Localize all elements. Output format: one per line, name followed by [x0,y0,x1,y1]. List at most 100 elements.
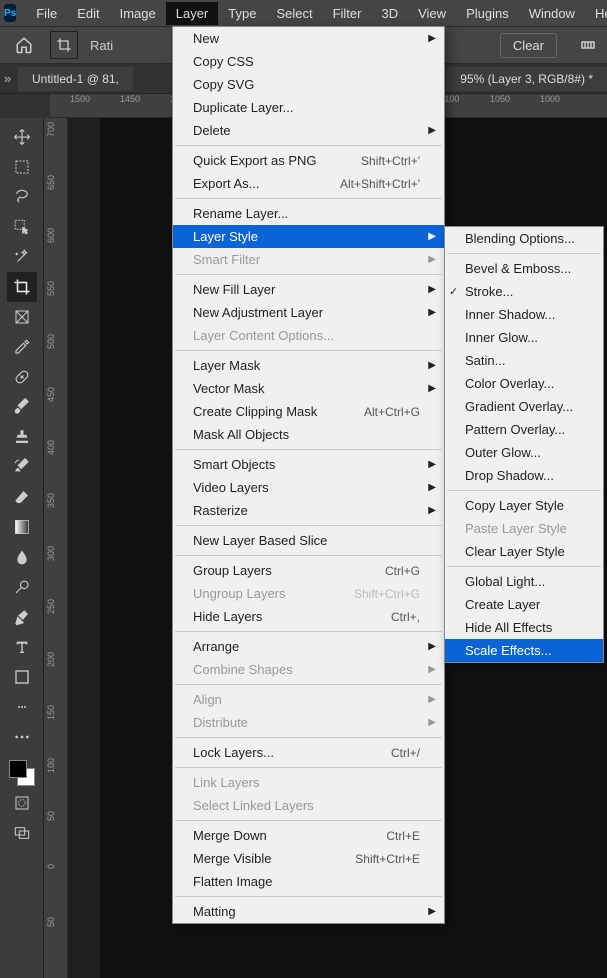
menu-item[interactable]: Smart Objects▶ [173,453,444,476]
menu-item[interactable]: Merge DownCtrl+E [173,824,444,847]
menu-item[interactable]: Rename Layer... [173,202,444,225]
menu-plugins[interactable]: Plugins [456,2,519,25]
document-tab-right[interactable]: 95% (Layer 3, RGB/8#) * [446,67,607,91]
menu-file[interactable]: File [26,2,67,25]
quickmask-icon[interactable] [7,788,37,818]
menu-item-label: Smart Objects [193,457,420,472]
crop-preset-button[interactable] [50,31,78,59]
menu-type[interactable]: Type [218,2,266,25]
hand-tool-icon[interactable] [7,692,37,722]
stamp-tool-icon[interactable] [7,422,37,452]
menu-item[interactable]: Hide LayersCtrl+, [173,605,444,628]
menu-item[interactable]: Inner Glow... [445,326,603,349]
menu-item[interactable]: Pattern Overlay... [445,418,603,441]
submenu-arrow-icon: ▶ [428,664,436,675]
menu-item[interactable]: Global Light... [445,570,603,593]
menu-item[interactable]: Export As...Alt+Shift+Ctrl+' [173,172,444,195]
home-button[interactable] [10,31,38,59]
menu-3d[interactable]: 3D [371,2,408,25]
menu-edit[interactable]: Edit [67,2,109,25]
menu-separator [447,566,601,567]
move-tool-icon[interactable] [7,122,37,152]
gradient-tool-icon[interactable] [7,512,37,542]
straighten-icon[interactable] [579,36,597,54]
pen-tool-icon[interactable] [7,602,37,632]
menu-item[interactable]: Inner Shadow... [445,303,603,326]
menu-item[interactable]: Bevel & Emboss... [445,257,603,280]
menu-item[interactable]: Quick Export as PNGShift+Ctrl+' [173,149,444,172]
menu-shortcut: Ctrl+, [391,610,420,624]
menu-item[interactable]: Video Layers▶ [173,476,444,499]
menu-item[interactable]: Copy SVG [173,73,444,96]
clear-button[interactable]: Clear [500,33,557,58]
menu-item[interactable]: Clear Layer Style [445,540,603,563]
menu-item[interactable]: Layer Mask▶ [173,354,444,377]
menu-item: Link Layers [173,771,444,794]
color-swatch[interactable] [7,758,37,788]
foreground-color[interactable] [9,760,27,778]
eyedropper-tool-icon[interactable] [7,332,37,362]
menu-item[interactable]: Duplicate Layer... [173,96,444,119]
menu-item[interactable]: Outer Glow... [445,441,603,464]
menu-item[interactable]: Mask All Objects [173,423,444,446]
menu-item[interactable]: Hide All Effects [445,616,603,639]
menu-item[interactable]: New Layer Based Slice [173,529,444,552]
eraser-tool-icon[interactable] [7,482,37,512]
hruler-tick: 1050 [490,94,510,104]
menu-item[interactable]: Color Overlay... [445,372,603,395]
menu-item[interactable]: Rasterize▶ [173,499,444,522]
menu-item[interactable]: Scale Effects... [445,639,603,662]
menu-item[interactable]: Create Layer [445,593,603,616]
selection-tool-icon[interactable] [7,212,37,242]
submenu-arrow-icon: ▶ [428,125,436,136]
menu-item[interactable]: Copy Layer Style [445,494,603,517]
menu-item[interactable]: Layer Style▶ [173,225,444,248]
menu-item[interactable]: Drop Shadow... [445,464,603,487]
menu-image[interactable]: Image [110,2,166,25]
menu-item[interactable]: Flatten Image [173,870,444,893]
menu-item[interactable]: Satin... [445,349,603,372]
menu-item[interactable]: Create Clipping MaskAlt+Ctrl+G [173,400,444,423]
marquee-tool-icon[interactable] [7,152,37,182]
menu-item[interactable]: Delete▶ [173,119,444,142]
menu-shortcut: Ctrl+/ [391,746,420,760]
brush-tool-icon[interactable] [7,392,37,422]
menu-filter[interactable]: Filter [323,2,372,25]
healing-tool-icon[interactable] [7,362,37,392]
menu-item-label: Paste Layer Style [465,521,579,536]
blur-tool-icon[interactable] [7,542,37,572]
menu-item[interactable]: Matting▶ [173,900,444,923]
menu-item[interactable]: Lock Layers...Ctrl+/ [173,741,444,764]
type-tool-icon[interactable] [7,632,37,662]
menu-select[interactable]: Select [266,2,322,25]
menu-item[interactable]: New Adjustment Layer▶ [173,301,444,324]
dodge-tool-icon[interactable] [7,572,37,602]
document-tab-left[interactable]: Untitled-1 @ 81, [18,67,133,91]
screenmode-icon[interactable] [7,818,37,848]
menu-separator [175,198,442,199]
menu-item[interactable]: ✓Stroke... [445,280,603,303]
menu-he[interactable]: He [585,2,607,25]
wand-tool-icon[interactable] [7,242,37,272]
menu-layer[interactable]: Layer [166,2,219,25]
shape-tool-icon[interactable] [7,662,37,692]
menu-item[interactable]: Group LayersCtrl+G [173,559,444,582]
panel-collapse-icon[interactable]: » [4,71,14,86]
crop-tool-icon[interactable] [7,272,37,302]
menu-view[interactable]: View [408,2,456,25]
menu-item[interactable]: Blending Options... [445,227,603,250]
lasso-tool-icon[interactable] [7,182,37,212]
menu-item[interactable]: Gradient Overlay... [445,395,603,418]
menu-item-label: Align [193,692,420,707]
menu-item[interactable]: Copy CSS [173,50,444,73]
frame-tool-icon[interactable] [7,302,37,332]
menu-item[interactable]: Arrange▶ [173,635,444,658]
menu-item[interactable]: New▶ [173,27,444,50]
menu-item[interactable]: New Fill Layer▶ [173,278,444,301]
history-brush-tool-icon[interactable] [7,452,37,482]
menu-item: Smart Filter▶ [173,248,444,271]
edit-toolbar-icon[interactable] [7,722,37,752]
menu-window[interactable]: Window [519,2,585,25]
menu-item[interactable]: Merge VisibleShift+Ctrl+E [173,847,444,870]
menu-item[interactable]: Vector Mask▶ [173,377,444,400]
